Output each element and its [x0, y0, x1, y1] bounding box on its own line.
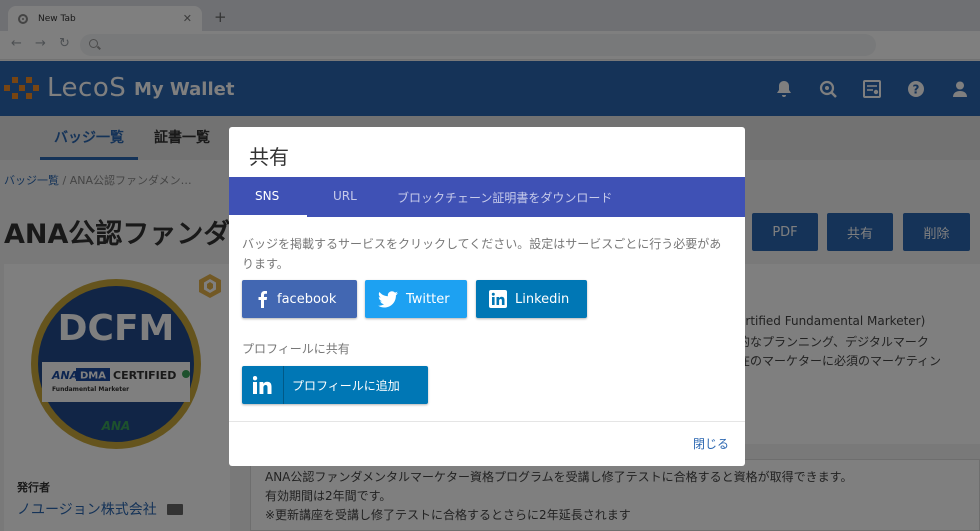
facebook-label: facebook: [277, 291, 337, 307]
modal-active-tab-indicator: [229, 215, 307, 217]
profile-share-label: プロフィールに共有: [242, 342, 350, 356]
modal-footer-divider: [229, 421, 745, 422]
twitter-icon: [378, 290, 398, 307]
linkedin-label: Linkedin: [515, 291, 570, 307]
facebook-icon: [258, 291, 268, 308]
tab-sns[interactable]: SNS: [255, 189, 279, 203]
linkedin-icon: [489, 290, 507, 308]
modal-tab-bar: SNS URL ブロックチェーン証明書をダウンロード: [229, 177, 745, 217]
twitter-share-button[interactable]: Twitter: [365, 280, 467, 318]
share-modal: 共有 SNS URL ブロックチェーン証明書をダウンロード バッジを掲載するサー…: [229, 127, 745, 466]
share-instructions: バッジを掲載するサービスをクリックしてください。設定はサービスごとに行う必要があ…: [242, 237, 722, 271]
tab-url[interactable]: URL: [333, 189, 357, 203]
close-button[interactable]: 閉じる: [693, 435, 729, 452]
tab-blockchain-download[interactable]: ブロックチェーン証明書をダウンロード: [397, 189, 612, 206]
facebook-share-button[interactable]: facebook: [242, 280, 357, 318]
add-to-profile-button[interactable]: プロフィールに追加: [242, 366, 428, 404]
add-to-profile-label: プロフィールに追加: [292, 378, 400, 393]
linkedin-share-button[interactable]: Linkedin: [476, 280, 587, 318]
modal-title: 共有: [249, 145, 289, 169]
twitter-label: Twitter: [406, 291, 450, 307]
linkedin-in-icon: [252, 376, 271, 394]
